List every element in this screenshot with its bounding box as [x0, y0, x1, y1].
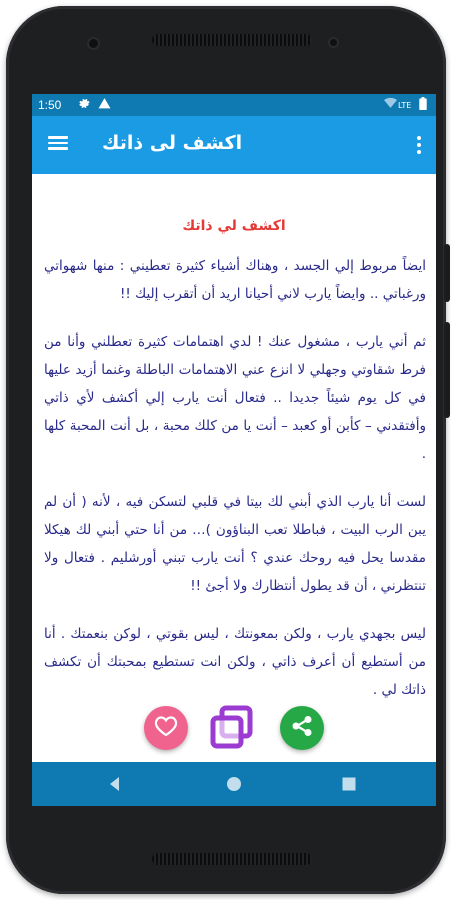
power-button: [444, 244, 450, 302]
screen: 1:50 LTE اكشف لى ذاتك اكشف لي ذاتك ايضاً…: [32, 94, 436, 806]
back-icon[interactable]: [104, 773, 126, 795]
article-paragraph: ثم أني يارب ، مشغول عنك ! لدي اهتمامات ك…: [44, 334, 426, 462]
status-bar: 1:50 LTE: [32, 94, 436, 116]
article-content: اكشف لي ذاتك ايضاً مربوط إلي الجسد ، وهن…: [32, 174, 436, 762]
like-button[interactable]: [144, 706, 188, 750]
more-vert-icon[interactable]: [416, 134, 422, 156]
app-bar: اكشف لى ذاتك: [32, 116, 436, 174]
copy-button[interactable]: [208, 704, 256, 752]
heart-icon: [154, 715, 178, 741]
battery-icon: [419, 97, 427, 113]
phone-frame: 1:50 LTE اكشف لى ذاتك اكشف لي ذاتك ايضاً…: [6, 6, 450, 894]
status-time: 1:50: [38, 98, 62, 112]
share-icon: [290, 714, 314, 742]
system-nav-bar: [32, 762, 436, 806]
article-paragraph: ايضاً مربوط إلي الجسد ، وهناك أشياء كثير…: [44, 258, 426, 302]
copy-icon: [208, 705, 256, 756]
bottom-speaker: [152, 853, 312, 865]
warning-icon: [98, 97, 111, 113]
hamburger-menu-icon[interactable]: [46, 133, 70, 157]
top-speaker: [152, 34, 312, 46]
front-camera: [89, 39, 98, 48]
article-paragraph: لست أنا يارب الذي أبني لك بيتا في قلبي ل…: [44, 494, 426, 594]
lte-signal-icon: LTE: [398, 101, 412, 110]
proximity-sensor: [330, 39, 337, 46]
volume-button: [444, 322, 450, 418]
article-heading: اكشف لي ذاتك: [182, 218, 286, 234]
recents-icon[interactable]: [338, 773, 360, 795]
share-button[interactable]: [280, 706, 324, 750]
app-title: اكشف لى ذاتك: [102, 132, 243, 154]
wifi-icon: [384, 97, 397, 112]
gear-icon: [78, 97, 91, 113]
home-icon[interactable]: [223, 773, 245, 795]
article-paragraph: ليس بجهدي يارب ، ولكن بمعونتك ، ليس بقوت…: [44, 626, 426, 698]
